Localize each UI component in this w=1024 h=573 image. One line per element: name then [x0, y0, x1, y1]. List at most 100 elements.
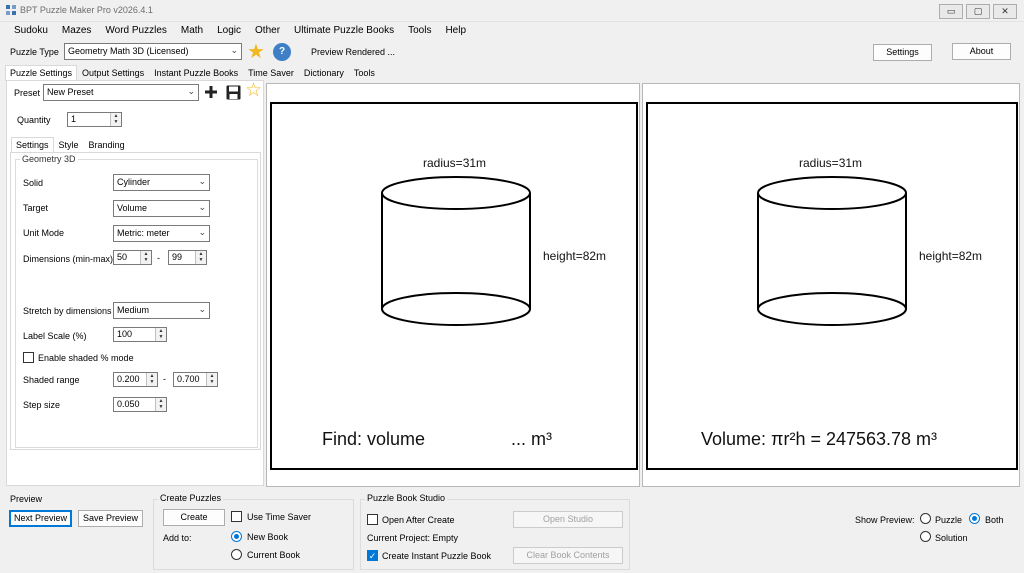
puzzle-type-label: Puzzle Type: [10, 47, 59, 57]
menu-bar: Sudoku Mazes Word Puzzles Math Logic Oth…: [0, 23, 1024, 41]
unit-mode-value: Metric: meter: [117, 228, 170, 238]
create-instant-book-checkbox[interactable]: ✓: [367, 550, 378, 561]
spin-arrows-icon[interactable]: ▲ ▼: [140, 251, 151, 264]
title-bar: BPT Puzzle Maker Pro v2026.4.1 ▭ ▢ ✕: [0, 0, 1024, 22]
next-preview-button[interactable]: Next Preview: [9, 510, 72, 527]
range-dash: -: [163, 374, 166, 384]
solid-select[interactable]: Cylinder ⌄: [113, 174, 210, 191]
chevron-down-icon: ⌄: [198, 176, 206, 186]
tab-style[interactable]: Style: [54, 137, 84, 153]
chevron-down-icon: ⌄: [187, 86, 195, 96]
unit-mode-select[interactable]: Metric: meter ⌄: [113, 225, 210, 242]
show-both-label: Both: [985, 515, 1004, 525]
tab-output-settings[interactable]: Output Settings: [77, 65, 149, 81]
tab-instant-puzzle-books[interactable]: Instant Puzzle Books: [149, 65, 243, 81]
shaded-range-label: Shaded range: [23, 375, 80, 385]
menu-sudoku[interactable]: Sudoku: [7, 23, 55, 41]
clear-book-contents-button[interactable]: Clear Book Contents: [513, 547, 623, 564]
radius-label: radius=31m: [423, 156, 487, 170]
menu-word-puzzles[interactable]: Word Puzzles: [98, 23, 174, 41]
tab-tools[interactable]: Tools: [349, 65, 380, 81]
close-button[interactable]: ✕: [993, 4, 1017, 19]
show-solution-radio[interactable]: [920, 531, 931, 542]
create-puzzles-title: Create Puzzles: [158, 493, 224, 503]
preset-select[interactable]: New Preset ⌄: [43, 84, 199, 101]
create-button[interactable]: Create: [163, 509, 225, 526]
step-size-stepper[interactable]: 0.050 ▲ ▼: [113, 397, 167, 412]
solid-value: Cylinder: [117, 177, 151, 187]
dimensions-label: Dimensions (min-max): [23, 254, 114, 264]
toolbar: Puzzle Type Geometry Math 3D (Licensed) …: [0, 41, 1024, 65]
solid-label: Solid: [23, 178, 44, 188]
use-time-saver-label: Use Time Saver: [247, 512, 312, 522]
spin-arrows-icon[interactable]: ▲ ▼: [155, 398, 166, 411]
menu-mazes[interactable]: Mazes: [55, 23, 98, 41]
puzzle-preview-canvas: radius=31m height=82m Find: volume ... m…: [270, 102, 638, 470]
show-puzzle-label: Puzzle: [935, 515, 963, 525]
open-studio-button[interactable]: Open Studio: [513, 511, 623, 528]
shaded-min-stepper[interactable]: 0.200 ▲ ▼: [113, 372, 158, 387]
save-preset-icon[interactable]: [226, 85, 241, 100]
tab-dictionary[interactable]: Dictionary: [299, 65, 349, 81]
settings-button[interactable]: Settings: [873, 44, 932, 61]
tab-branding[interactable]: Branding: [84, 137, 130, 153]
step-size-label: Step size: [23, 400, 61, 410]
menu-help[interactable]: Help: [438, 23, 473, 41]
quantity-stepper[interactable]: 1 ▲ ▼: [67, 112, 122, 127]
target-value: Volume: [117, 203, 148, 213]
label-scale-label: Label Scale (%): [23, 331, 87, 341]
show-preview-label: Show Preview:: [855, 515, 915, 525]
quantity-value: 1: [71, 114, 77, 124]
favorite-preset-star-icon[interactable]: ☆: [245, 81, 262, 101]
spin-arrows-icon[interactable]: ▲ ▼: [206, 373, 217, 386]
save-preview-button[interactable]: Save Preview: [78, 510, 143, 527]
add-preset-icon[interactable]: [205, 86, 217, 98]
dimensions-max-stepper[interactable]: 99 ▲ ▼: [168, 250, 207, 265]
spin-arrows-icon[interactable]: ▲ ▼: [195, 251, 206, 264]
shaded-mode-checkbox[interactable]: [23, 352, 34, 363]
maximize-button[interactable]: ▢: [966, 4, 990, 19]
menu-ultimate-puzzle-books[interactable]: Ultimate Puzzle Books: [287, 23, 401, 41]
new-book-label: New Book: [247, 532, 289, 542]
minimize-button[interactable]: ▭: [939, 4, 963, 19]
target-select[interactable]: Volume ⌄: [113, 200, 210, 217]
main-tabs: Puzzle Settings Output Settings Instant …: [5, 65, 380, 81]
label-scale-stepper[interactable]: 100 ▲ ▼: [113, 327, 167, 342]
chevron-down-icon: ⌄: [198, 304, 206, 314]
show-puzzle-radio[interactable]: [920, 513, 931, 524]
show-solution-label: Solution: [935, 533, 968, 543]
new-book-radio[interactable]: [231, 531, 242, 542]
about-button[interactable]: About: [952, 43, 1011, 60]
spin-arrows-icon[interactable]: ▲ ▼: [146, 373, 157, 386]
stretch-select[interactable]: Medium ⌄: [113, 302, 210, 319]
target-label: Target: [23, 203, 49, 213]
puzzle-type-select[interactable]: Geometry Math 3D (Licensed) ⌄: [64, 43, 242, 60]
puzzle-book-studio-group: Puzzle Book Studio Open After Create Ope…: [360, 493, 630, 570]
app-icon: [6, 5, 16, 15]
shaded-max-stepper[interactable]: 0.700 ▲ ▼: [173, 372, 218, 387]
preset-value: New Preset: [47, 87, 94, 97]
tab-puzzle-settings[interactable]: Puzzle Settings: [5, 65, 78, 81]
tab-time-saver[interactable]: Time Saver: [243, 65, 299, 81]
tab-settings[interactable]: Settings: [11, 137, 54, 153]
show-both-radio[interactable]: [969, 513, 980, 524]
spin-arrows-icon[interactable]: ▲ ▼: [155, 328, 166, 341]
spin-arrows-icon[interactable]: ▲ ▼: [110, 113, 121, 126]
menu-logic[interactable]: Logic: [210, 23, 248, 41]
unit-mode-label: Unit Mode: [23, 228, 65, 238]
quantity-label: Quantity: [17, 115, 51, 125]
menu-math[interactable]: Math: [174, 23, 210, 41]
help-icon[interactable]: ?: [273, 43, 291, 61]
favorite-star-icon[interactable]: ★: [247, 42, 265, 62]
dimensions-min-stepper[interactable]: 50 ▲ ▼: [113, 250, 152, 265]
menu-tools[interactable]: Tools: [401, 23, 438, 41]
use-time-saver-checkbox[interactable]: [231, 511, 242, 522]
current-book-radio[interactable]: [231, 549, 242, 560]
window-title: BPT Puzzle Maker Pro v2026.4.1: [20, 5, 153, 15]
current-project-text: Current Project: Empty: [367, 533, 459, 543]
menu-other[interactable]: Other: [248, 23, 287, 41]
shaded-mode-label: Enable shaded % mode: [38, 353, 134, 363]
dimensions-max-value: 99: [172, 252, 183, 262]
open-after-create-checkbox[interactable]: [367, 514, 378, 525]
add-to-label: Add to:: [163, 533, 192, 543]
